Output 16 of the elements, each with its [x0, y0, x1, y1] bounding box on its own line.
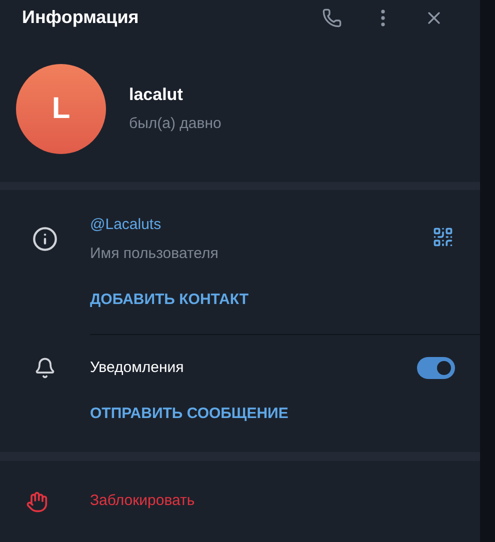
- notifications-toggle[interactable]: [417, 357, 455, 380]
- qr-code-icon[interactable]: [432, 226, 454, 248]
- bell-icon: [34, 357, 56, 380]
- info-icon: [32, 226, 58, 252]
- profile-name: lacalut: [129, 84, 184, 106]
- add-contact-button[interactable]: ДОБАВИТЬ КОНТАКТ: [90, 289, 480, 312]
- send-message-button[interactable]: ОТПРАВИТЬ СООБЩЕНИЕ: [90, 403, 288, 426]
- last-seen-text: был(а) давно: [129, 114, 222, 134]
- block-button[interactable]: Заблокировать: [90, 490, 195, 513]
- username-link[interactable]: @Lacaluts: [90, 214, 432, 237]
- hand-icon: [26, 490, 48, 513]
- panel-title: Информация: [22, 6, 140, 30]
- username-label: Имя пользователя: [90, 244, 220, 264]
- avatar: L: [16, 64, 106, 154]
- notifications-label: Уведомления: [90, 358, 185, 378]
- phone-icon[interactable]: [322, 8, 342, 28]
